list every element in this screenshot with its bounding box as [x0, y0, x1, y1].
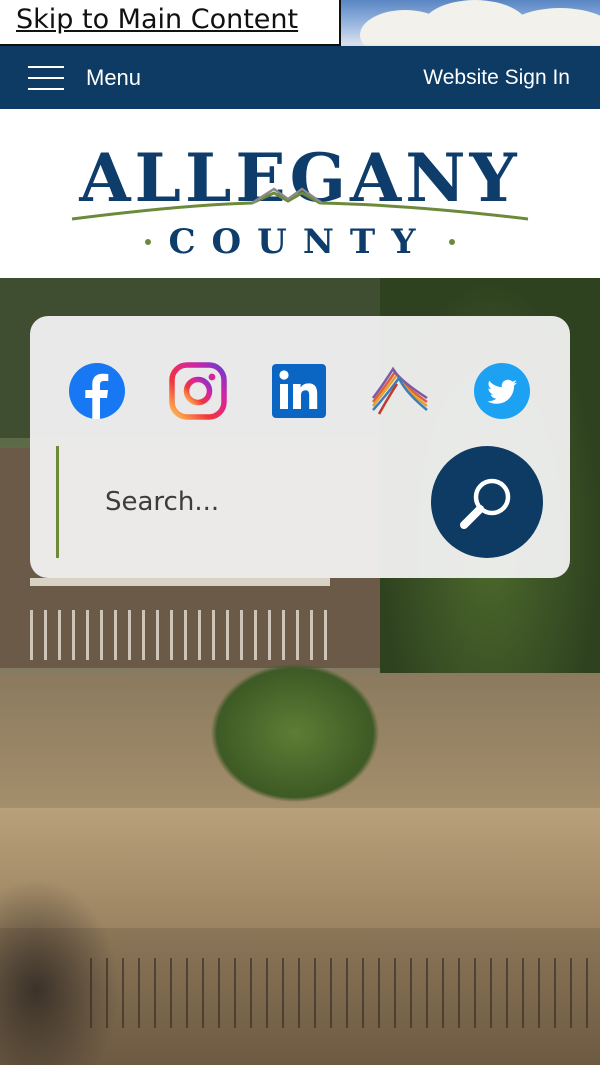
facebook-icon[interactable]: [68, 362, 126, 420]
hamburger-icon: [28, 65, 64, 90]
search-icon: [460, 478, 511, 529]
search-field-container: [56, 446, 396, 558]
linkedin-icon[interactable]: [270, 362, 328, 420]
instagram-icon[interactable]: [169, 362, 227, 420]
allegany-county-logo[interactable]: ALLEGANY COUNTY: [52, 131, 548, 261]
skip-to-main-content-link[interactable]: Skip to Main Content: [0, 0, 341, 46]
menu-label: Menu: [86, 64, 142, 90]
rail-trail-icon[interactable]: [371, 362, 429, 420]
logo-bottom-text: COUNTY: [169, 222, 432, 261]
search-input[interactable]: [105, 482, 385, 522]
website-sign-in-link[interactable]: Website Sign In: [423, 46, 570, 109]
menu-button[interactable]: Menu: [28, 46, 141, 109]
twitter-icon[interactable]: [473, 362, 531, 420]
logo-banner: ALLEGANY COUNTY: [0, 109, 600, 278]
search-panel: [30, 316, 570, 578]
search-button[interactable]: [431, 446, 543, 558]
logo-top-text: ALLEGANY: [78, 139, 520, 217]
top-navbar: Menu Website Sign In: [0, 46, 600, 109]
